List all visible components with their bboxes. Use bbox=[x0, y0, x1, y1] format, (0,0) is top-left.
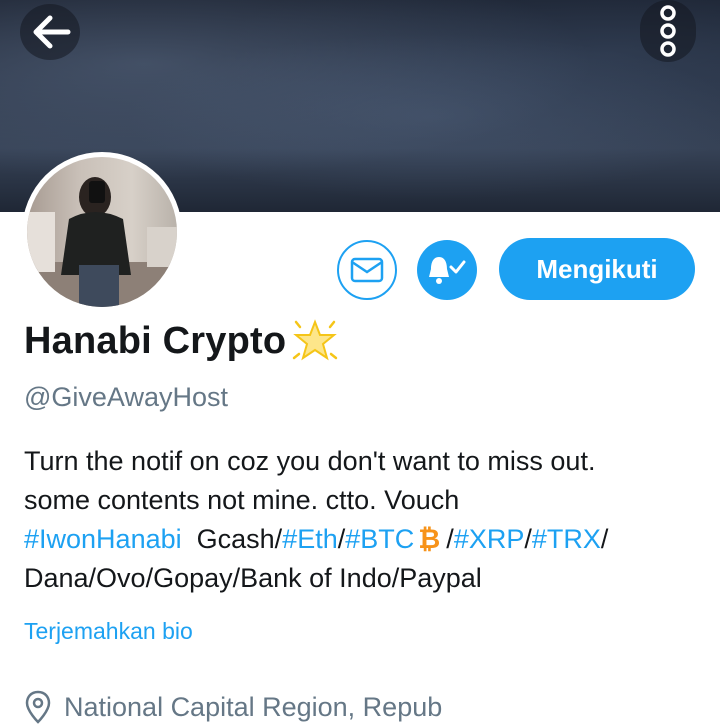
bio-line-1: Turn the notif on coz you don't want to … bbox=[24, 446, 596, 476]
back-button[interactable] bbox=[20, 4, 80, 60]
message-button[interactable] bbox=[337, 240, 397, 300]
profile-bio: Turn the notif on coz you don't want to … bbox=[24, 442, 714, 598]
bio-text: Gcash/ bbox=[196, 524, 283, 554]
more-options-button[interactable] bbox=[640, 0, 696, 62]
more-vertical-icon bbox=[660, 5, 676, 57]
profile-avatar[interactable] bbox=[22, 152, 182, 312]
username-handle: @GiveAwayHost bbox=[24, 382, 228, 412]
back-arrow-icon bbox=[33, 15, 71, 49]
location-pin-icon bbox=[25, 690, 51, 724]
hashtag-link[interactable]: #TRX bbox=[532, 524, 601, 554]
bio-text: / bbox=[600, 524, 609, 554]
profile-location: National Capital Region, Repub bbox=[24, 690, 442, 724]
bitcoin-icon: ₿ bbox=[418, 524, 441, 554]
following-button[interactable]: Mengikuti bbox=[499, 238, 695, 300]
bio-line-4: Dana/Ovo/Gopay/Bank of Indo/Paypal bbox=[24, 563, 482, 593]
bio-text: / bbox=[524, 524, 532, 554]
avatar-photo bbox=[27, 157, 177, 307]
notifications-button[interactable] bbox=[417, 240, 477, 300]
glowing-star-icon bbox=[293, 319, 338, 361]
bio-line-3: #IwonHanabi Gcash/#Eth/#BTC ₿/#XRP/#TRX/ bbox=[24, 520, 714, 559]
avatar-figure bbox=[27, 177, 177, 307]
hashtag-link[interactable]: #XRP bbox=[454, 524, 525, 554]
bio-text: / bbox=[446, 524, 454, 554]
hashtag-link[interactable]: #Eth bbox=[282, 524, 338, 554]
bio-line-2: some contents not mine. ctto. Vouch bbox=[24, 485, 460, 515]
translate-bio-link[interactable]: Terjemahkan bio bbox=[24, 618, 193, 645]
profile-name-row: Hanabi Crypto bbox=[24, 318, 338, 364]
display-name: Hanabi Crypto bbox=[24, 319, 287, 362]
mail-icon bbox=[350, 257, 384, 283]
hashtag-link[interactable]: #BTC bbox=[345, 524, 414, 554]
hashtag-link[interactable]: #IwonHanabi bbox=[24, 524, 182, 554]
bell-check-icon bbox=[429, 257, 466, 284]
location-text: National Capital Region, Repub bbox=[64, 691, 443, 722]
